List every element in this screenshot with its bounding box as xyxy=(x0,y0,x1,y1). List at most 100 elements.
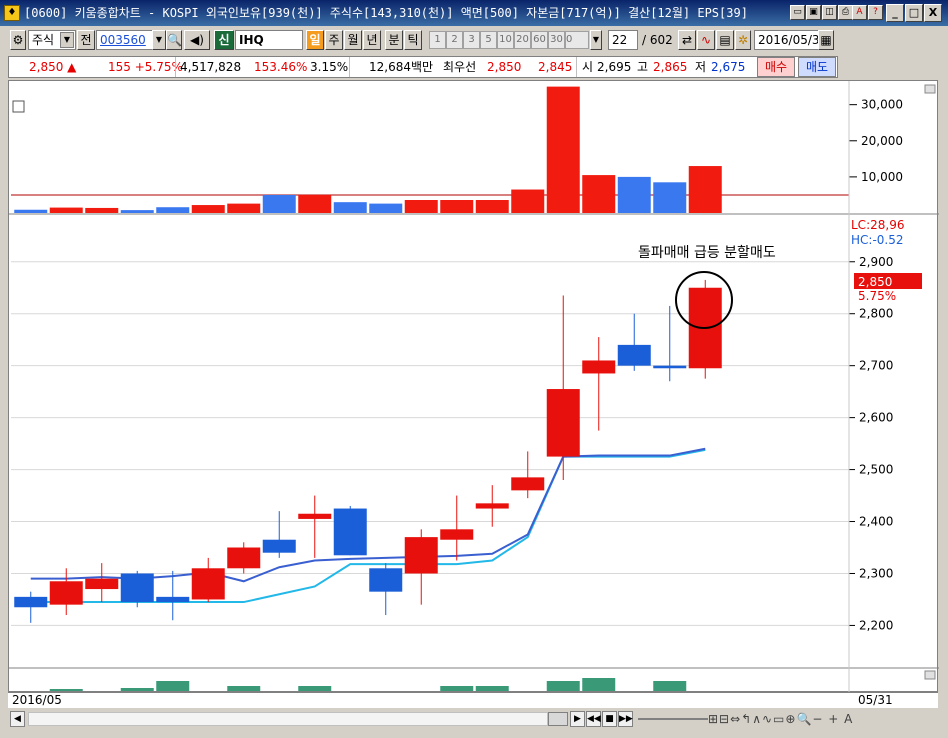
minute-option[interactable]: 5 xyxy=(480,31,497,49)
maximize-button[interactable]: □ xyxy=(905,4,923,22)
volume-plot-bg xyxy=(11,83,849,213)
date-axis-start: 2016/05 xyxy=(12,693,62,707)
horizontal-scrollbar[interactable] xyxy=(28,712,548,726)
price-tick-label: 2,500 xyxy=(859,463,893,477)
volume-bar xyxy=(404,200,438,213)
scroll-left-icon[interactable]: ◀ xyxy=(10,711,25,727)
split-icon[interactable]: ◫ xyxy=(822,5,837,20)
price-tick-label: 2,600 xyxy=(859,411,893,425)
indicator-bar xyxy=(120,688,154,691)
candle-body xyxy=(14,596,48,608)
rewind-icon[interactable]: ◀◀ xyxy=(586,711,601,727)
stock-code-input[interactable]: 003560 xyxy=(96,30,156,50)
app-icon[interactable]: ♦ xyxy=(4,5,20,21)
menu-icon[interactable]: ⚙ xyxy=(10,30,26,50)
candle-body xyxy=(262,539,296,553)
arrows-icon[interactable]: ⇄ xyxy=(678,30,696,50)
candle-body xyxy=(49,581,83,605)
stop-icon[interactable]: ■ xyxy=(602,711,617,727)
annotation-text: 돌파매매 급등 분할매도 xyxy=(638,245,776,261)
speaker-icon[interactable]: ◀) xyxy=(184,30,210,50)
zoom-slider[interactable] xyxy=(638,718,708,720)
period-tab-week[interactable]: 주 xyxy=(325,30,343,50)
calendar-icon[interactable]: ▦ xyxy=(818,30,834,50)
high-price: 2,865 xyxy=(653,60,688,74)
chart-area[interactable]: 30,000 20,000 10,000 2,900 2,800 2,700 2,600 2… xyxy=(8,80,939,693)
volume-bar xyxy=(688,166,722,213)
quote-bar: 2,850 ▲ 155 +5.75% 4,517,828 153.46% 3.1… xyxy=(8,56,838,78)
candle-body xyxy=(440,529,474,540)
gear-icon[interactable]: ✲ xyxy=(735,30,751,50)
alert-icon[interactable]: A xyxy=(852,5,867,20)
volume-bar xyxy=(617,176,651,213)
close-button[interactable]: X xyxy=(924,4,942,22)
buy-button[interactable]: 매수 xyxy=(757,57,795,77)
volume-bar xyxy=(227,203,261,213)
indicator-bar xyxy=(546,681,580,691)
candle-body xyxy=(85,578,119,590)
minimize-button[interactable]: _ xyxy=(886,4,904,22)
volume-bar xyxy=(191,205,225,213)
low-label: 저 xyxy=(695,60,707,74)
count-input[interactable]: 22 xyxy=(608,30,638,50)
period-tab-day[interactable]: 일 xyxy=(306,30,324,50)
candle-body xyxy=(617,344,651,366)
volume-tick-label: 10,000 xyxy=(861,170,903,184)
prev-button[interactable]: 전 xyxy=(77,30,95,50)
period-tab-minute[interactable]: 분 xyxy=(385,30,403,50)
volume-bar xyxy=(440,200,474,213)
period-tab-tick[interactable]: 틱 xyxy=(404,30,422,50)
candle-body xyxy=(369,568,403,592)
forward-icon[interactable]: ▶▶ xyxy=(618,711,633,727)
minute-option[interactable]: 1 xyxy=(429,31,446,49)
price-tick-label: 2,900 xyxy=(859,255,893,269)
chevron-down-icon[interactable]: ▼ xyxy=(590,30,602,50)
date-input[interactable]: 2016/05/3 xyxy=(754,30,822,50)
volume-bar xyxy=(511,189,545,213)
volume-bar xyxy=(14,209,48,213)
stock-name-field[interactable]: IHQ xyxy=(235,30,303,50)
print-icon[interactable]: ⎙ xyxy=(838,5,853,20)
search-icon[interactable]: 🔍 xyxy=(166,30,182,50)
layout-icon[interactable]: ▭ xyxy=(790,5,805,20)
chevron-down-icon[interactable]: ▼ xyxy=(152,30,166,50)
price-tick-label: 2,700 xyxy=(859,359,893,373)
price-tick-label: 2,800 xyxy=(859,307,893,321)
candle-body xyxy=(120,573,154,603)
current-pct-label: 5.75% xyxy=(858,289,896,303)
play-icon[interactable]: ▶ xyxy=(570,711,585,727)
candle-body xyxy=(546,389,580,457)
date-axis-end: 05/31 xyxy=(858,693,893,707)
window-icon[interactable]: ▣ xyxy=(806,5,821,20)
save-icon[interactable]: ▤ xyxy=(716,30,734,50)
help-icon[interactable]: ? xyxy=(868,5,883,20)
credit-badge[interactable]: 신 xyxy=(214,30,234,50)
chevron-down-icon: ▼ xyxy=(60,32,74,48)
sell-button[interactable]: 매도 xyxy=(798,57,836,77)
candle-body xyxy=(333,508,367,556)
indicator-bar xyxy=(49,689,83,691)
volume-bar xyxy=(475,200,509,213)
candle-body xyxy=(475,503,509,509)
indicator-bar xyxy=(440,686,474,691)
indicator-panel xyxy=(49,678,687,691)
market-select[interactable]: 주식 ▼ xyxy=(28,30,76,50)
minute-option[interactable]: 2 xyxy=(446,31,463,49)
market-value: 주식 xyxy=(32,33,55,47)
indicator-bar xyxy=(156,681,190,691)
minute-custom-input[interactable]: 0 xyxy=(565,31,589,49)
candle-body xyxy=(191,568,225,600)
drawing-tools[interactable]: ⊞⊟⇔↰∧∿▭⊕🔍− + A xyxy=(708,712,918,728)
chart-svg[interactable]: 30,00020,00010,000 2,9002,8002,7002,6002… xyxy=(9,81,939,693)
minute-option[interactable]: 10 xyxy=(497,31,514,49)
period-tab-year[interactable]: 년 xyxy=(363,30,381,50)
minute-option[interactable]: 3 xyxy=(463,31,480,49)
minute-option[interactable]: 30 xyxy=(548,31,565,49)
scroll-thumb[interactable] xyxy=(548,712,568,726)
minute-option[interactable]: 60 xyxy=(531,31,548,49)
trend-icon[interactable]: ∿ xyxy=(697,30,715,50)
indicator-bar xyxy=(227,686,261,691)
hc-label: HC:-0.52 xyxy=(851,233,904,247)
minute-option[interactable]: 20 xyxy=(514,31,531,49)
period-tab-month[interactable]: 월 xyxy=(344,30,362,50)
